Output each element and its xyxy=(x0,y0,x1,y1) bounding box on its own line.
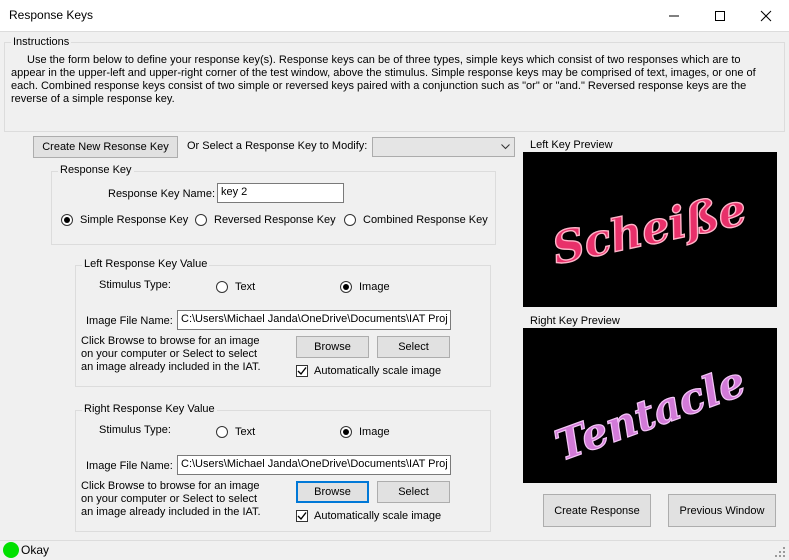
radio-combined-label[interactable]: Combined Response Key xyxy=(363,214,488,226)
left-file-label: Image File Name: xyxy=(86,315,173,327)
left-autoscale-checkbox[interactable] xyxy=(296,365,308,377)
minimize-icon xyxy=(669,15,679,16)
status-bar: Okay xyxy=(0,540,789,560)
radio-dot xyxy=(64,217,70,223)
create-new-key-button[interactable]: Create New Resonse Key xyxy=(33,136,178,158)
status-indicator-icon xyxy=(3,542,19,558)
close-button[interactable] xyxy=(743,0,789,31)
right-radio-text-label[interactable]: Text xyxy=(235,426,255,438)
left-stimulus-type-label: Stimulus Type: xyxy=(99,279,171,291)
title-bar: Response Keys xyxy=(0,0,789,31)
radio-reversed[interactable] xyxy=(195,214,207,226)
checkmark-icon xyxy=(297,367,307,376)
left-key-title: Left Response Key Value xyxy=(82,258,210,270)
right-file-input[interactable]: C:\Users\Michael Janda\OneDrive\Document… xyxy=(177,455,451,475)
response-key-name-label: Response Key Name: xyxy=(108,188,215,200)
instructions-title: Instructions xyxy=(11,36,72,48)
chevron-down-icon xyxy=(501,144,510,150)
left-preview-title: Left Key Preview xyxy=(530,139,613,151)
maximize-button[interactable] xyxy=(697,0,743,31)
resize-grip-icon[interactable] xyxy=(774,546,786,558)
close-icon xyxy=(760,10,772,21)
right-preview-word: Tentacle xyxy=(548,356,751,470)
right-preview-image: Tentacle xyxy=(523,328,777,483)
left-file-input[interactable]: C:\Users\Michael Janda\OneDrive\Document… xyxy=(177,310,451,330)
left-radio-image-label[interactable]: Image xyxy=(359,281,390,293)
response-key-name-input[interactable]: key 2 xyxy=(217,183,344,203)
right-key-group: Right Response Key Value Stimulus Type: … xyxy=(75,403,491,532)
left-radio-image[interactable] xyxy=(340,281,352,293)
right-browse-button[interactable]: Browse xyxy=(296,481,369,503)
response-key-title: Response Key xyxy=(58,164,134,176)
window-title: Response Keys xyxy=(9,8,94,22)
left-preview-image: Scheiße xyxy=(523,152,777,307)
minimize-button[interactable] xyxy=(651,0,697,31)
left-radio-text-label[interactable]: Text xyxy=(235,281,255,293)
response-key-group: Response Key Response Key Name: key 2 Si… xyxy=(51,164,496,245)
previous-window-button[interactable]: Previous Window xyxy=(668,494,776,527)
left-preview-group: Left Key Preview Scheiße xyxy=(519,139,781,308)
right-stimulus-type-label: Stimulus Type: xyxy=(99,424,171,436)
client-area: Instructions Use the form below to defin… xyxy=(0,31,789,541)
instructions-group: Instructions Use the form below to defin… xyxy=(4,36,785,132)
left-preview-word: Scheiße xyxy=(548,184,751,275)
radio-dot xyxy=(343,284,349,290)
right-radio-text[interactable] xyxy=(216,426,228,438)
right-preview-group: Right Key Preview Tentacle xyxy=(519,315,781,489)
radio-simple-label[interactable]: Simple Response Key xyxy=(80,214,188,226)
right-help-text: Click Browse to browse for an image on y… xyxy=(81,480,261,518)
left-browse-button[interactable]: Browse xyxy=(296,336,369,358)
left-key-group: Left Response Key Value Stimulus Type: T… xyxy=(75,258,491,387)
right-key-title: Right Response Key Value xyxy=(82,403,217,415)
checkmark-icon xyxy=(297,512,307,521)
left-autoscale-label[interactable]: Automatically scale image xyxy=(314,365,441,377)
select-key-dropdown[interactable] xyxy=(372,137,515,157)
right-preview-title: Right Key Preview xyxy=(530,315,620,327)
create-response-button[interactable]: Create Response xyxy=(543,494,651,527)
maximize-icon xyxy=(715,10,725,21)
radio-dot xyxy=(343,429,349,435)
right-radio-image-label[interactable]: Image xyxy=(359,426,390,438)
left-select-button[interactable]: Select xyxy=(377,336,450,358)
left-preview-graphic: Scheiße xyxy=(547,183,751,275)
right-radio-image[interactable] xyxy=(340,426,352,438)
right-preview-graphic: Tentacle xyxy=(548,356,753,471)
status-text: Okay xyxy=(21,543,50,557)
select-key-label: Or Select a Response Key to Modify: xyxy=(187,140,368,152)
right-autoscale-checkbox[interactable] xyxy=(296,510,308,522)
radio-combined[interactable] xyxy=(344,214,356,226)
radio-reversed-label[interactable]: Reversed Response Key xyxy=(214,214,336,226)
radio-simple[interactable] xyxy=(61,214,73,226)
left-help-text: Click Browse to browse for an image on y… xyxy=(81,335,261,373)
left-radio-text[interactable] xyxy=(216,281,228,293)
right-file-label: Image File Name: xyxy=(86,460,173,472)
instructions-text: Use the form below to define your respon… xyxy=(11,54,756,105)
right-autoscale-label[interactable]: Automatically scale image xyxy=(314,510,441,522)
right-select-button[interactable]: Select xyxy=(377,481,450,503)
